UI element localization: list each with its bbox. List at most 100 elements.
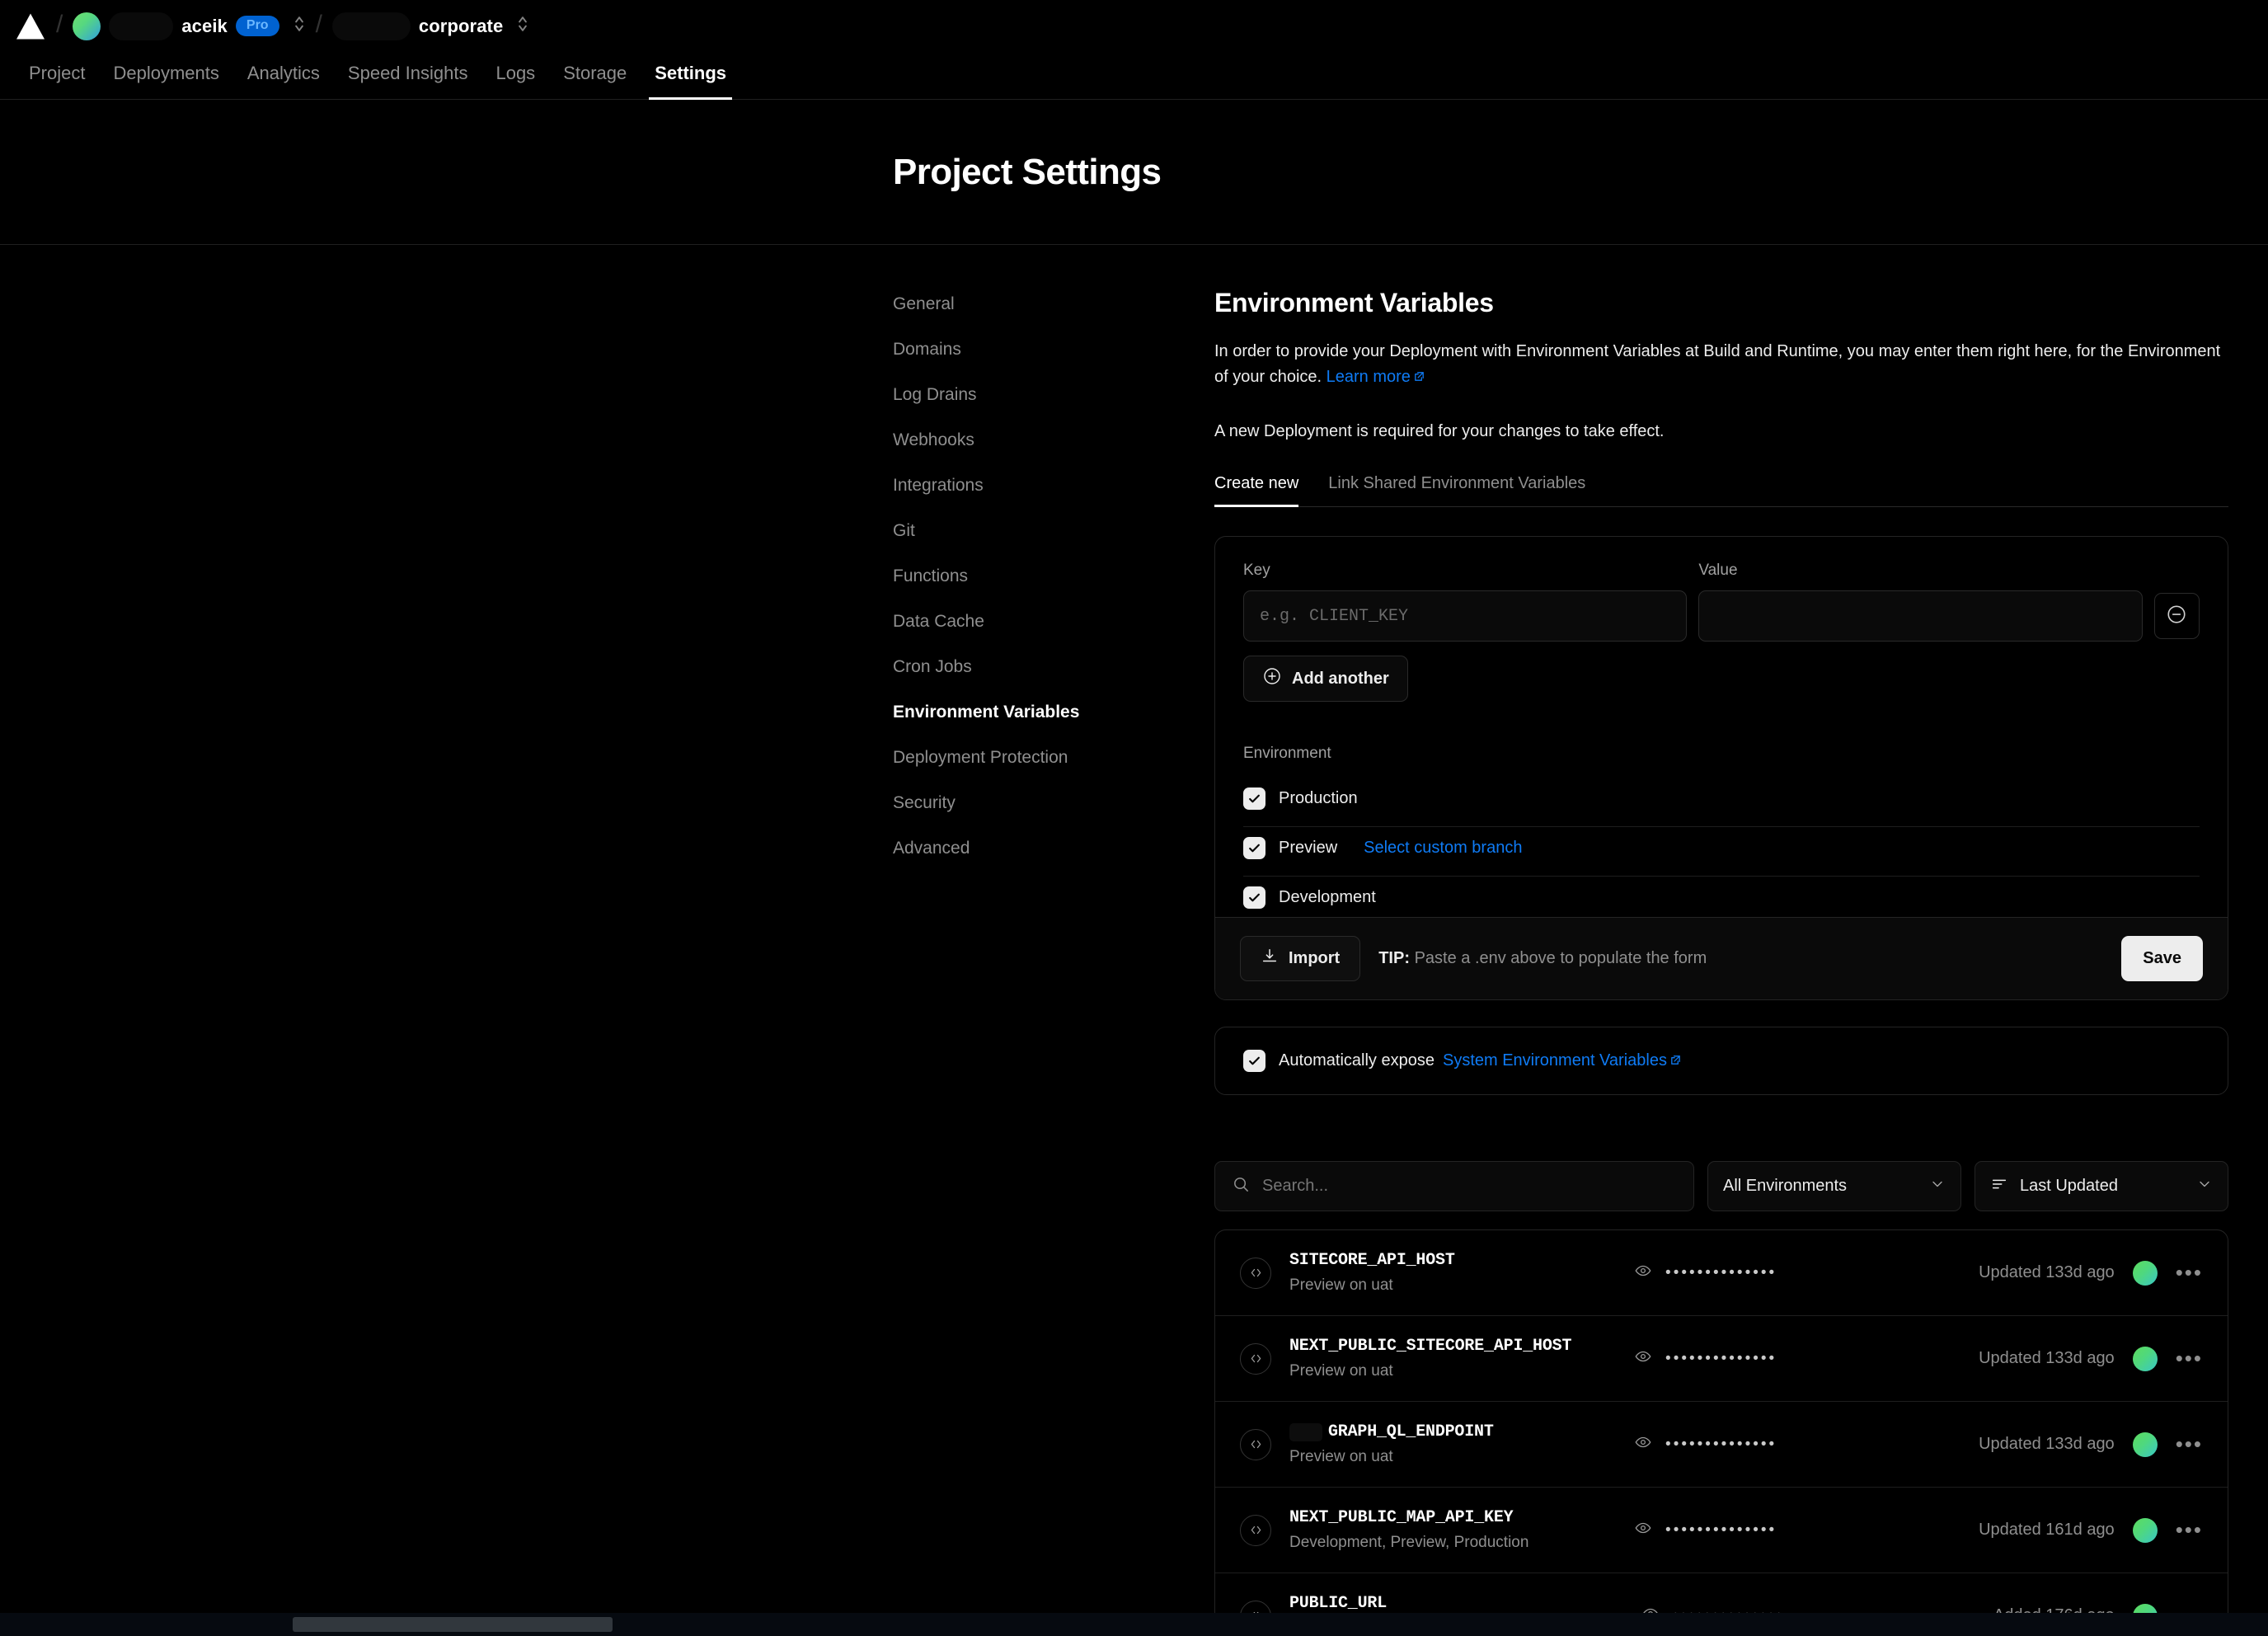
chevron-up-down-icon-2[interactable] (511, 13, 529, 39)
sidenav-item-security[interactable]: Security (893, 793, 1214, 839)
sidenav-item-environment-variables[interactable]: Environment Variables (893, 703, 1214, 748)
sidenav-item-cron-jobs[interactable]: Cron Jobs (893, 657, 1214, 703)
production-label: Production (1279, 789, 1358, 807)
breadcrumb-team[interactable]: aceik Pro (73, 12, 305, 40)
more-horizontal-icon[interactable]: ••• (2176, 1519, 2203, 1540)
row-value: •••••••••••••• (1634, 1347, 1979, 1370)
sidenav-item-integrations[interactable]: Integrations (893, 476, 1214, 521)
development-checkbox[interactable] (1243, 886, 1265, 909)
sort-lines-icon (1990, 1175, 2008, 1198)
tip-prefix: TIP: (1378, 949, 1410, 967)
vercel-triangle-logo[interactable] (15, 12, 46, 40)
updated-timestamp: Updated 133d ago (1979, 1435, 2115, 1453)
env-option-preview[interactable]: Preview Select custom branch (1243, 827, 2200, 877)
nav-tab-settings[interactable]: Settings (641, 63, 740, 100)
row-meta: Updated 161d ago ••• (1979, 1517, 2203, 1543)
learn-more-link[interactable]: Learn more (1327, 368, 1425, 386)
env-var-tabs: Create new Link Shared Environment Varia… (1214, 474, 2228, 507)
updated-timestamp: Updated 133d ago (1979, 1263, 2115, 1281)
more-horizontal-icon[interactable]: ••• (2176, 1347, 2203, 1368)
more-horizontal-icon[interactable]: ••• (2176, 1262, 2203, 1282)
eye-icon[interactable] (1634, 1433, 1652, 1455)
import-button[interactable]: Import (1240, 936, 1361, 981)
env-var-key: NEXT_PUBLIC_SITECORE_API_HOST (1289, 1337, 1572, 1356)
nav-tab-speed-insights[interactable]: Speed Insights (334, 63, 482, 99)
table-row[interactable]: NEXT_PUBLIC_MAP_API_KEY Development, Pre… (1215, 1488, 2228, 1573)
masked-value: •••••••••••••• (1665, 1349, 1777, 1367)
env-var-list: SITECORE_API_HOST Preview on uat •••••••… (1214, 1229, 2228, 1636)
nav-tab-analytics[interactable]: Analytics (233, 63, 334, 99)
environment-label: Environment (1243, 745, 1331, 762)
import-tip: TIP: Paste a .env above to populate the … (1378, 949, 1707, 968)
search-box[interactable] (1214, 1161, 1694, 1211)
pro-badge: Pro (235, 16, 279, 36)
nav-tab-storage[interactable]: Storage (549, 63, 641, 99)
chevron-down-icon (1929, 1176, 1946, 1197)
masked-value: •••••••••••••• (1665, 1263, 1777, 1281)
main-panel: Environment Variables In order to provid… (1214, 288, 2228, 1636)
save-button[interactable]: Save (2121, 936, 2203, 981)
env-var-environments: Preview on uat (1289, 1276, 1393, 1294)
environment-filter-value: All Environments (1723, 1177, 1848, 1195)
auto-expose-label: Automatically expose (1279, 1051, 1435, 1070)
value-input[interactable] (1698, 590, 2143, 642)
table-row[interactable]: NEXT_PUBLIC_SITECORE_API_HOST Preview on… (1215, 1316, 2228, 1402)
sort-select[interactable]: Last Updated (1975, 1161, 2228, 1211)
sidenav-item-webhooks[interactable]: Webhooks (893, 430, 1214, 476)
system-env-vars-link[interactable]: System Environment Variables (1443, 1051, 1682, 1071)
select-custom-branch-link[interactable]: Select custom branch (1364, 839, 1522, 858)
masked-value: •••••••••••••• (1665, 1435, 1777, 1453)
sidenav-item-advanced[interactable]: Advanced (893, 839, 1214, 884)
env-option-production[interactable]: Production (1243, 778, 2200, 827)
eye-icon[interactable] (1634, 1262, 1652, 1284)
sidenav-item-data-cache[interactable]: Data Cache (893, 612, 1214, 657)
nav-tab-project[interactable]: Project (15, 63, 99, 99)
create-card-footer: Import TIP: Paste a .env above to popula… (1215, 917, 2228, 999)
environment-filter-select[interactable]: All Environments (1707, 1161, 1961, 1211)
eye-icon[interactable] (1634, 1519, 1652, 1541)
bottom-scrollbar-thumb[interactable] (293, 1617, 613, 1632)
tab-create-new[interactable]: Create new (1214, 474, 1313, 507)
sidenav-item-functions[interactable]: Functions (893, 566, 1214, 612)
breadcrumb-separator-2: / (315, 10, 322, 38)
sidenav-item-deployment-protection[interactable]: Deployment Protection (893, 748, 1214, 793)
remove-row-button[interactable] (2153, 593, 2200, 639)
tip-text: Paste a .env above to populate the form (1414, 949, 1707, 967)
nav-tab-deployments[interactable]: Deployments (99, 63, 232, 99)
create-env-var-card: Key Value (1214, 536, 2228, 1000)
masked-value: •••••••••••••• (1665, 1521, 1777, 1539)
sidenav-item-git[interactable]: Git (893, 521, 1214, 566)
avatar (2132, 1432, 2158, 1457)
deployment-notice: A new Deployment is required for your ch… (1214, 422, 1665, 440)
redacted-project-prefix (331, 12, 411, 40)
env-option-development[interactable]: Development (1243, 877, 2200, 917)
more-horizontal-icon[interactable]: ••• (2176, 1433, 2203, 1454)
table-row[interactable]: GRAPH_QL_ENDPOINT Preview on uat •••••••… (1215, 1402, 2228, 1488)
add-another-button[interactable]: Add another (1243, 656, 1408, 702)
auto-expose-checkbox[interactable] (1243, 1050, 1265, 1072)
table-row[interactable]: SITECORE_API_HOST Preview on uat •••••••… (1215, 1230, 2228, 1316)
tab-link-shared-env-vars[interactable]: Link Shared Environment Variables (1313, 474, 1600, 506)
sidenav-item-general[interactable]: General (893, 294, 1214, 340)
chevron-down-icon-2 (2196, 1176, 2213, 1197)
bottom-scrollbar-track[interactable] (0, 1613, 2268, 1636)
row-value: •••••••••••••• (1634, 1262, 1979, 1284)
value-label: Value (1698, 562, 1738, 579)
auto-expose-card: Automatically expose System Environment … (1214, 1027, 2228, 1095)
sidenav-item-log-drains[interactable]: Log Drains (893, 385, 1214, 430)
page-title-bar: Project Settings (0, 100, 2268, 245)
sidenav-item-domains[interactable]: Domains (893, 340, 1214, 385)
avatar (2132, 1260, 2158, 1286)
eye-icon[interactable] (1634, 1347, 1652, 1370)
production-checkbox[interactable] (1243, 787, 1265, 810)
env-var-filter-bar: All Environments Last Updated (1214, 1161, 2228, 1211)
env-var-key: NEXT_PUBLIC_MAP_API_KEY (1289, 1508, 1514, 1527)
nav-tab-logs[interactable]: Logs (481, 63, 549, 99)
env-var-key: PUBLIC_URL (1289, 1594, 1388, 1613)
breadcrumb-project[interactable]: corporate (331, 12, 529, 40)
chevron-up-down-icon[interactable] (288, 13, 306, 39)
key-input[interactable] (1243, 590, 1688, 642)
preview-checkbox[interactable] (1243, 837, 1265, 859)
search-input[interactable] (1262, 1177, 1677, 1196)
top-bar: / aceik Pro / corporate (0, 0, 2268, 52)
